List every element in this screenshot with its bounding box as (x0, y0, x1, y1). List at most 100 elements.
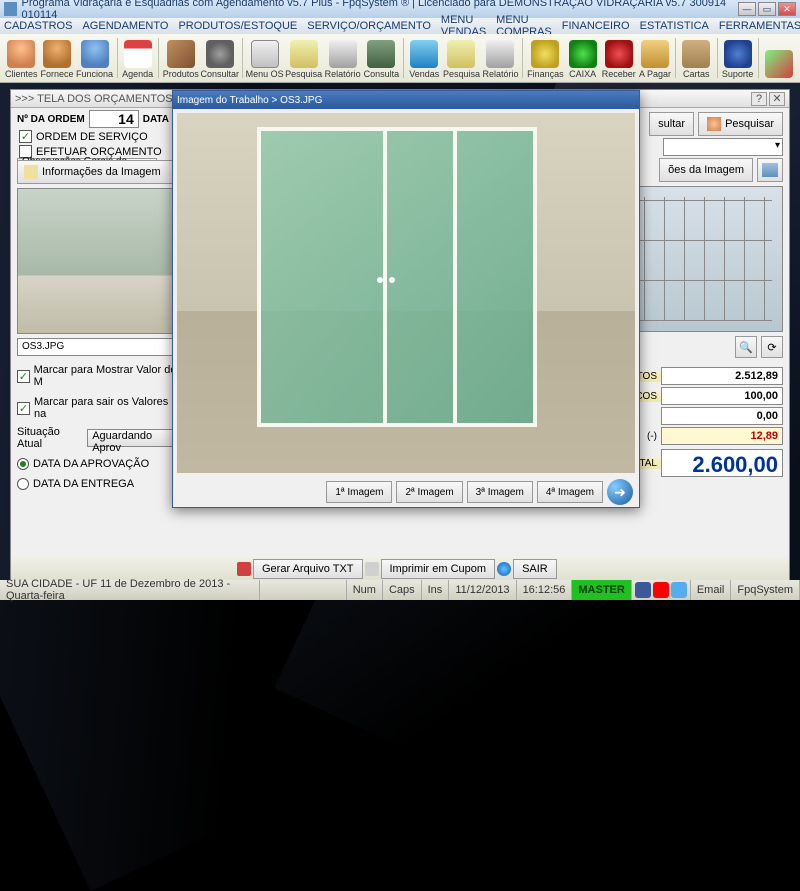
produtos-icon (167, 40, 195, 68)
receber-icon (605, 40, 633, 68)
dropdown-select[interactable] (663, 138, 783, 156)
agenda-icon (124, 40, 152, 68)
status-caps: Caps (383, 580, 422, 600)
imagem-2-button[interactable]: 2ª Imagem (396, 481, 462, 503)
next-image-button[interactable]: ➜ (607, 479, 633, 505)
gerar-txt-button[interactable]: Gerar Arquivo TXT (253, 559, 363, 579)
menubar: CADASTROS AGENDAMENTO PRODUTOS/ESTOQUE S… (0, 18, 800, 34)
imagem-4-button[interactable]: 4ª Imagem (537, 481, 603, 503)
menu-item[interactable]: AGENDAMENTO (82, 20, 168, 32)
refresh-icon: ⟳ (767, 341, 776, 354)
imagem-3-button[interactable]: 3ª Imagem (467, 481, 533, 503)
ordem-label: Nº DA ORDEM (17, 114, 85, 125)
toolbar-receber[interactable]: Receber (601, 36, 637, 81)
toolbar: ClientesForneceFuncionaAgendaProdutosCon… (0, 34, 800, 83)
menu-item[interactable]: ESTATISTICA (640, 20, 709, 32)
a pagar-icon (641, 40, 669, 68)
magnifier-icon: 🔍 (739, 341, 753, 354)
cupom-icon (365, 562, 379, 576)
menu-item[interactable]: PRODUTOS/ESTOQUE (178, 20, 297, 32)
cartas-icon (682, 40, 710, 68)
thumbnail-left[interactable] (17, 188, 183, 334)
status-date: 11/12/2013 (449, 580, 516, 600)
data-entrega-radio[interactable] (17, 478, 29, 490)
zoom-button[interactable]: 🔍 (735, 336, 757, 358)
modal-title: Imagem do Trabalho > OS3.JPG (173, 91, 639, 109)
status-bar: SUA CIDADE - UF 11 de Dezembro de 2013 -… (0, 580, 800, 600)
sair-button[interactable]: SAIR (513, 559, 557, 579)
relatório-icon (486, 40, 514, 68)
close-button[interactable]: ✕ (778, 2, 796, 16)
caixa-icon (569, 40, 597, 68)
toolbar-agenda[interactable]: Agenda (120, 36, 154, 81)
toolbar-cartas[interactable]: Cartas (679, 36, 713, 81)
print-button[interactable] (757, 158, 783, 182)
toolbar-relatório[interactable]: Relatório (324, 36, 362, 81)
toolbar-relatório[interactable]: Relatório (481, 36, 519, 81)
toolbar-menu os[interactable]: Menu OS (246, 36, 284, 81)
grand-total: 2.600,00 (661, 449, 783, 477)
info-imagem-button[interactable]: Informações da Imagem (17, 160, 183, 184)
facebook-icon[interactable] (635, 582, 651, 598)
youtube-icon[interactable] (653, 582, 669, 598)
titlebar: Programa Vidraçaria e Esquadrias com Age… (0, 0, 800, 18)
consultar-button[interactable]: sultar (649, 112, 694, 136)
toolbar-suporte[interactable]: Suporte (720, 36, 754, 81)
suporte-icon (724, 40, 752, 68)
txt-icon (237, 562, 251, 576)
toolbar-finanças[interactable]: Finanças (526, 36, 564, 81)
marcar-valor-checkbox[interactable]: ✓ (17, 370, 30, 383)
situacao-select[interactable]: Aguardando Aprov (87, 429, 183, 447)
status-email[interactable]: Email (691, 580, 732, 600)
toolbar-pesquisa[interactable]: Pesquisa (285, 36, 323, 81)
total-servicos: 100,00 (661, 387, 783, 405)
funciona-icon (81, 40, 109, 68)
clientes-icon (7, 40, 35, 68)
menu-item[interactable]: FERRAMENTAS (719, 20, 800, 32)
panel-close-button[interactable]: ✕ (769, 92, 785, 106)
toolbar-funciona[interactable]: Funciona (76, 36, 114, 81)
toolbar-exit[interactable] (762, 36, 796, 81)
toolbar-pesquisa[interactable]: Pesquisa (442, 36, 480, 81)
toolbar-clientes[interactable]: Clientes (4, 36, 39, 81)
menu-item[interactable]: SERVIÇO/ORÇAMENTO (307, 20, 431, 32)
toolbar-consultar[interactable]: Consultar (201, 36, 239, 81)
refresh-button[interactable]: ⟳ (761, 336, 783, 358)
consultar-icon (206, 40, 234, 68)
ordem-servico-checkbox[interactable]: ✓ (19, 130, 32, 143)
app-icon (4, 2, 17, 16)
status-num: Num (347, 580, 383, 600)
toolbar-fornece[interactable]: Fornece (40, 36, 75, 81)
ordem-input[interactable]: 14 (89, 110, 139, 128)
modal-image (177, 113, 635, 473)
info-icon (24, 165, 38, 179)
toolbar-a pagar[interactable]: A Pagar (638, 36, 672, 81)
status-city: SUA CIDADE - UF 11 de Dezembro de 2013 -… (0, 580, 260, 600)
minimize-button[interactable]: — (738, 2, 756, 16)
menu-item[interactable]: FINANCEIRO (562, 20, 630, 32)
exit-icon (765, 50, 793, 78)
toolbar-consulta[interactable]: Consulta (363, 36, 401, 81)
filename-field[interactable]: OS3.JPG (17, 338, 183, 356)
twitter-icon[interactable] (671, 582, 687, 598)
sair-icon (497, 562, 511, 576)
maximize-button[interactable]: ▭ (758, 2, 776, 16)
total-desconto: 12,89 (661, 427, 783, 445)
search-icon (707, 117, 721, 131)
toolbar-vendas[interactable]: Vendas (407, 36, 441, 81)
pesquisar-button[interactable]: Pesquisar (698, 112, 783, 136)
vendas-icon (410, 40, 438, 68)
marcar-sair-checkbox[interactable]: ✓ (17, 402, 30, 415)
oes-imagem-button[interactable]: ões da Imagem (659, 158, 753, 182)
data-aprovacao-radio[interactable] (17, 458, 29, 470)
menu-item[interactable]: CADASTROS (4, 20, 72, 32)
imprimir-cupom-button[interactable]: Imprimir em Cupom (381, 559, 496, 579)
total-zero: 0,00 (661, 407, 783, 425)
toolbar-caixa[interactable]: CAIXA (565, 36, 599, 81)
status-fpq[interactable]: FpqSystem (731, 580, 800, 600)
status-ins: Ins (422, 580, 450, 600)
panel-help-button[interactable]: ? (751, 92, 767, 106)
printer-icon (762, 163, 778, 177)
imagem-1-button[interactable]: 1ª Imagem (326, 481, 392, 503)
toolbar-produtos[interactable]: Produtos (162, 36, 200, 81)
